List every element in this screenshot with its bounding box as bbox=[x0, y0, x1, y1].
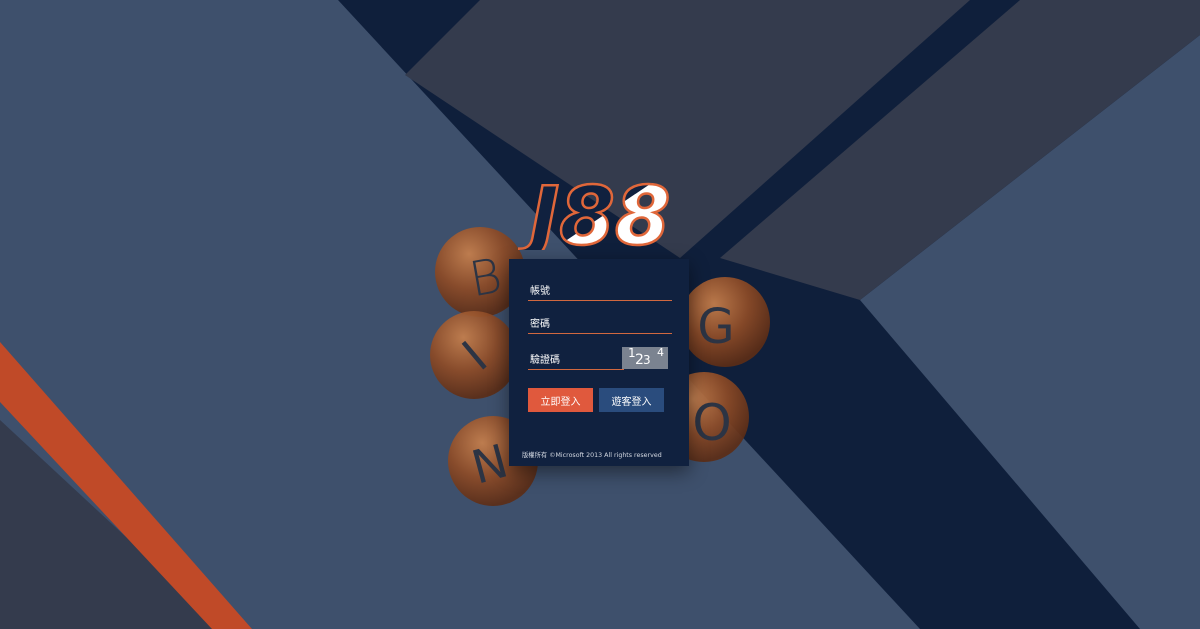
login-button[interactable]: 立即登入 bbox=[528, 388, 593, 412]
j88-logo: J88 J88 bbox=[518, 172, 672, 250]
captcha-char: 4 bbox=[657, 346, 664, 359]
captcha-input[interactable] bbox=[528, 351, 624, 370]
captcha-char: 3 bbox=[643, 353, 651, 367]
copyright-text: 版權所有 ©Microsoft 2013 All rights reserved bbox=[522, 452, 662, 459]
guest-login-button[interactable]: 遊客登入 bbox=[599, 388, 664, 412]
login-panel: 1 2 3 4 立即登入 遊客登入 版權所有 ©Microsoft 2013 A… bbox=[509, 259, 689, 466]
password-input[interactable] bbox=[528, 315, 672, 334]
account-input[interactable] bbox=[528, 282, 672, 301]
captcha-image[interactable]: 1 2 3 4 bbox=[622, 346, 668, 369]
